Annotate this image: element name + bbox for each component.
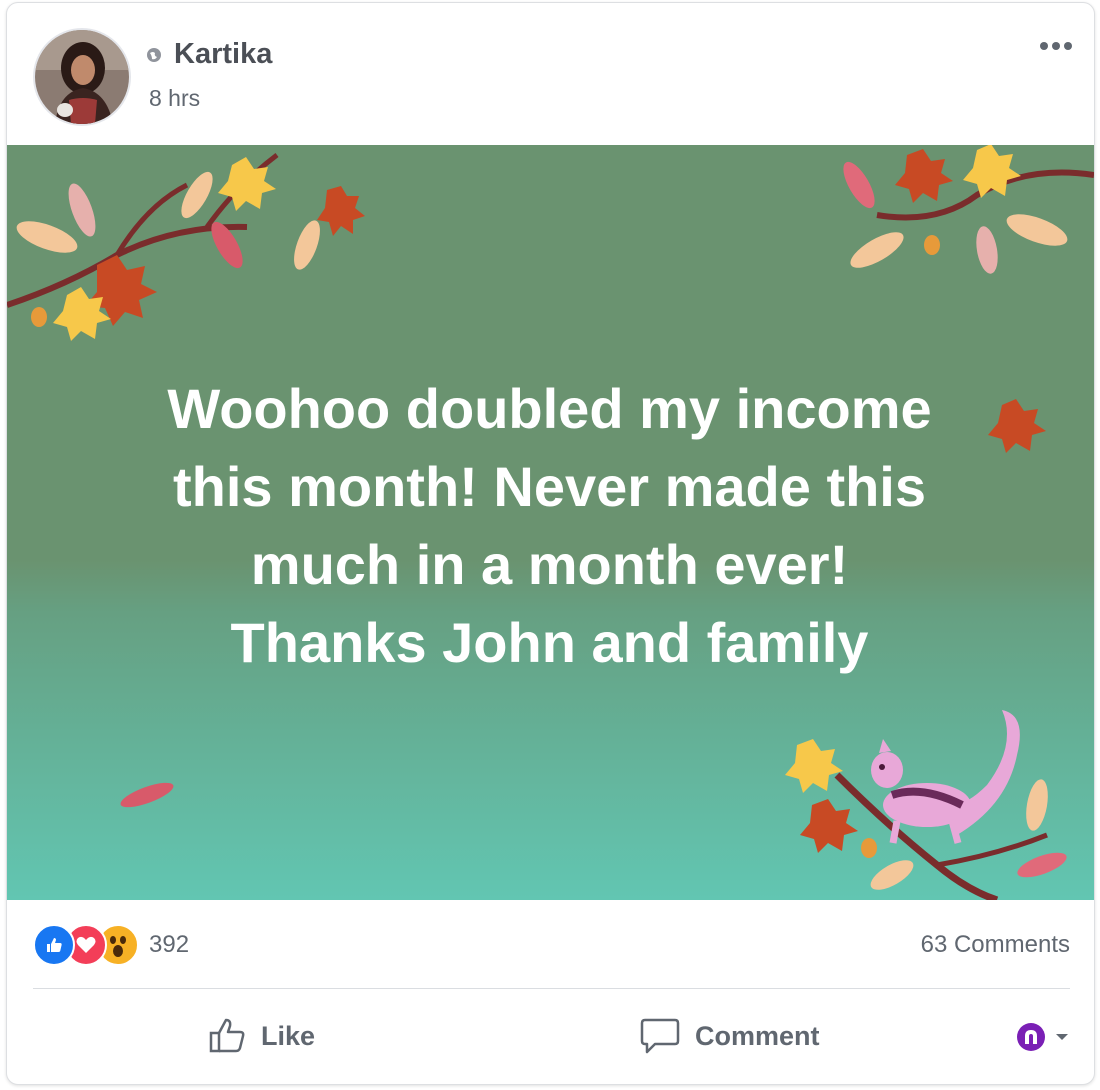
post-text-line: this month! Never made this: [172, 455, 927, 518]
divider: [33, 988, 1070, 989]
more-options-icon: [1040, 42, 1072, 50]
comment-button-label: Comment: [695, 1020, 820, 1051]
reaction-identity-selector[interactable]: [1016, 1017, 1070, 1057]
comments-count-link[interactable]: 63 Comments: [921, 931, 1070, 959]
reaction-count[interactable]: 392: [149, 931, 189, 959]
avatar[interactable]: [33, 28, 131, 126]
post-text-line: Thanks John and family: [230, 611, 869, 674]
post-text: Woohoo doubled my income this month! Nev…: [67, 370, 1032, 682]
comment-icon: [640, 1018, 680, 1054]
post-card: Kartika 8 hrs Woohoo doubled my income t…: [6, 2, 1095, 1085]
page-avatar-icon: [1017, 1023, 1045, 1051]
like-reaction-icon: [33, 924, 75, 966]
globe-icon: [147, 48, 161, 62]
avatar-photo: [35, 30, 129, 124]
post-text-line: Woohoo doubled my income: [167, 377, 932, 440]
post-background-banner[interactable]: Woohoo doubled my income this month! Nev…: [7, 145, 1094, 900]
post-text-line: much in a month ever!: [250, 533, 849, 596]
like-button-label: Like: [261, 1020, 316, 1051]
post-timestamp[interactable]: 8 hrs: [149, 85, 200, 112]
chevron-down-icon: [1056, 1034, 1068, 1040]
like-button[interactable]: Like: [207, 1008, 315, 1064]
thumbs-up-icon: [209, 1018, 245, 1053]
more-options-button[interactable]: [1036, 31, 1076, 61]
reactions-summary[interactable]: 392: [33, 924, 189, 966]
comment-button[interactable]: Comment: [639, 1008, 820, 1064]
author-name[interactable]: Kartika: [174, 38, 272, 71]
